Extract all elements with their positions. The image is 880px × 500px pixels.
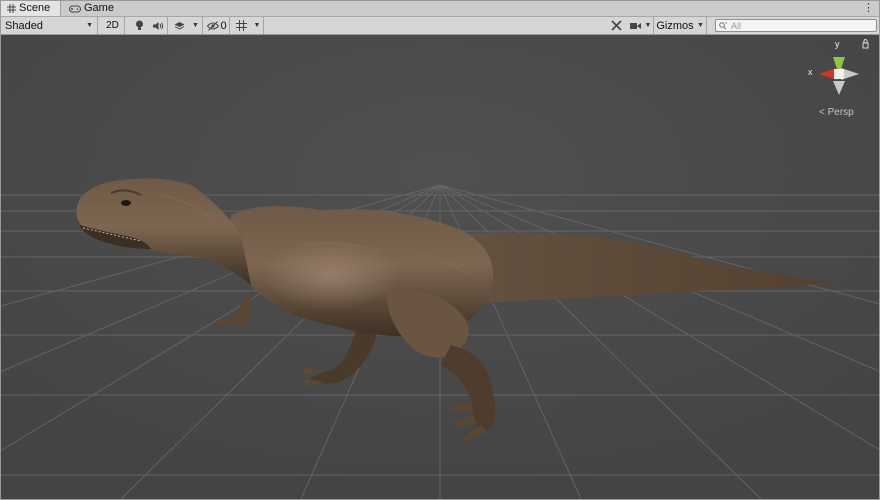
lightbulb-icon bbox=[135, 20, 143, 30]
layers-icon bbox=[174, 21, 184, 30]
shading-mode-dropdown[interactable]: Shaded ▼ bbox=[1, 17, 98, 34]
tab-game[interactable]: Game bbox=[65, 1, 114, 16]
video-camera-icon bbox=[629, 22, 641, 29]
gizmos-button[interactable]: Gizmos bbox=[655, 17, 695, 34]
grid-toggle-button[interactable] bbox=[232, 17, 250, 34]
tab-scene[interactable]: Scene bbox=[1, 1, 61, 16]
hidden-objects-toggle[interactable]: 0 bbox=[205, 17, 230, 34]
gamepad-icon bbox=[69, 5, 81, 12]
effects-dropdown[interactable]: ▼ bbox=[189, 17, 203, 34]
search-input[interactable]: All bbox=[715, 19, 877, 32]
grid-settings-icon bbox=[235, 20, 247, 31]
hidden-objects-count: 0 bbox=[220, 19, 227, 32]
shading-mode-label: Shaded bbox=[5, 19, 43, 32]
lighting-toggle-button[interactable] bbox=[130, 17, 148, 34]
tools-icon bbox=[610, 20, 622, 31]
tab-bar: Scene Game ⋮ bbox=[1, 1, 879, 17]
gizmo-center-cube[interactable] bbox=[834, 69, 844, 79]
tab-scene-label: Scene bbox=[19, 2, 51, 14]
projection-toggle[interactable]: < Persp bbox=[819, 107, 854, 118]
toggle-2d-label: 2D bbox=[106, 20, 119, 31]
tab-game-label: Game bbox=[84, 2, 114, 14]
search-icon bbox=[719, 21, 727, 29]
tools-button[interactable] bbox=[607, 17, 625, 34]
eye-slash-icon bbox=[207, 20, 220, 31]
scene-window: Scene Game ⋮ Shaded ▼ 2D ▼ 0 ▼ ▼ Gizmos … bbox=[0, 0, 880, 500]
camera-settings-dropdown[interactable]: ▼ bbox=[643, 17, 654, 34]
chevron-down-icon: ▼ bbox=[253, 22, 261, 29]
search-placeholder: All bbox=[731, 20, 742, 31]
chevron-down-icon: ▼ bbox=[86, 22, 93, 29]
chevron-down-icon: ▼ bbox=[644, 22, 652, 29]
scene-toolbar: Shaded ▼ 2D ▼ 0 ▼ ▼ Gizmos ▼ All bbox=[1, 17, 879, 35]
grid-dropdown[interactable]: ▼ bbox=[251, 17, 264, 34]
projection-label: Persp bbox=[827, 107, 854, 118]
scene-viewport[interactable]: y x < Persp bbox=[1, 35, 879, 499]
gizmos-label: Gizmos bbox=[656, 19, 694, 32]
speaker-icon bbox=[152, 21, 163, 30]
gizmos-dropdown[interactable]: ▼ bbox=[695, 17, 707, 34]
gizmo-x-label: x bbox=[808, 67, 813, 77]
viewport-canvas bbox=[1, 35, 879, 499]
chevron-down-icon: ▼ bbox=[697, 22, 704, 29]
gizmo-y-label: y bbox=[835, 39, 840, 49]
persp-chevron-icon: < bbox=[819, 107, 825, 118]
more-options-icon[interactable]: ⋮ bbox=[863, 1, 874, 16]
audio-toggle-button[interactable] bbox=[149, 17, 168, 34]
toggle-2d-button[interactable]: 2D bbox=[101, 17, 125, 34]
grid-icon bbox=[7, 4, 16, 13]
effects-toggle-button[interactable] bbox=[170, 17, 188, 34]
camera-settings-button[interactable] bbox=[627, 17, 643, 34]
chevron-down-icon: ▼ bbox=[192, 22, 199, 29]
